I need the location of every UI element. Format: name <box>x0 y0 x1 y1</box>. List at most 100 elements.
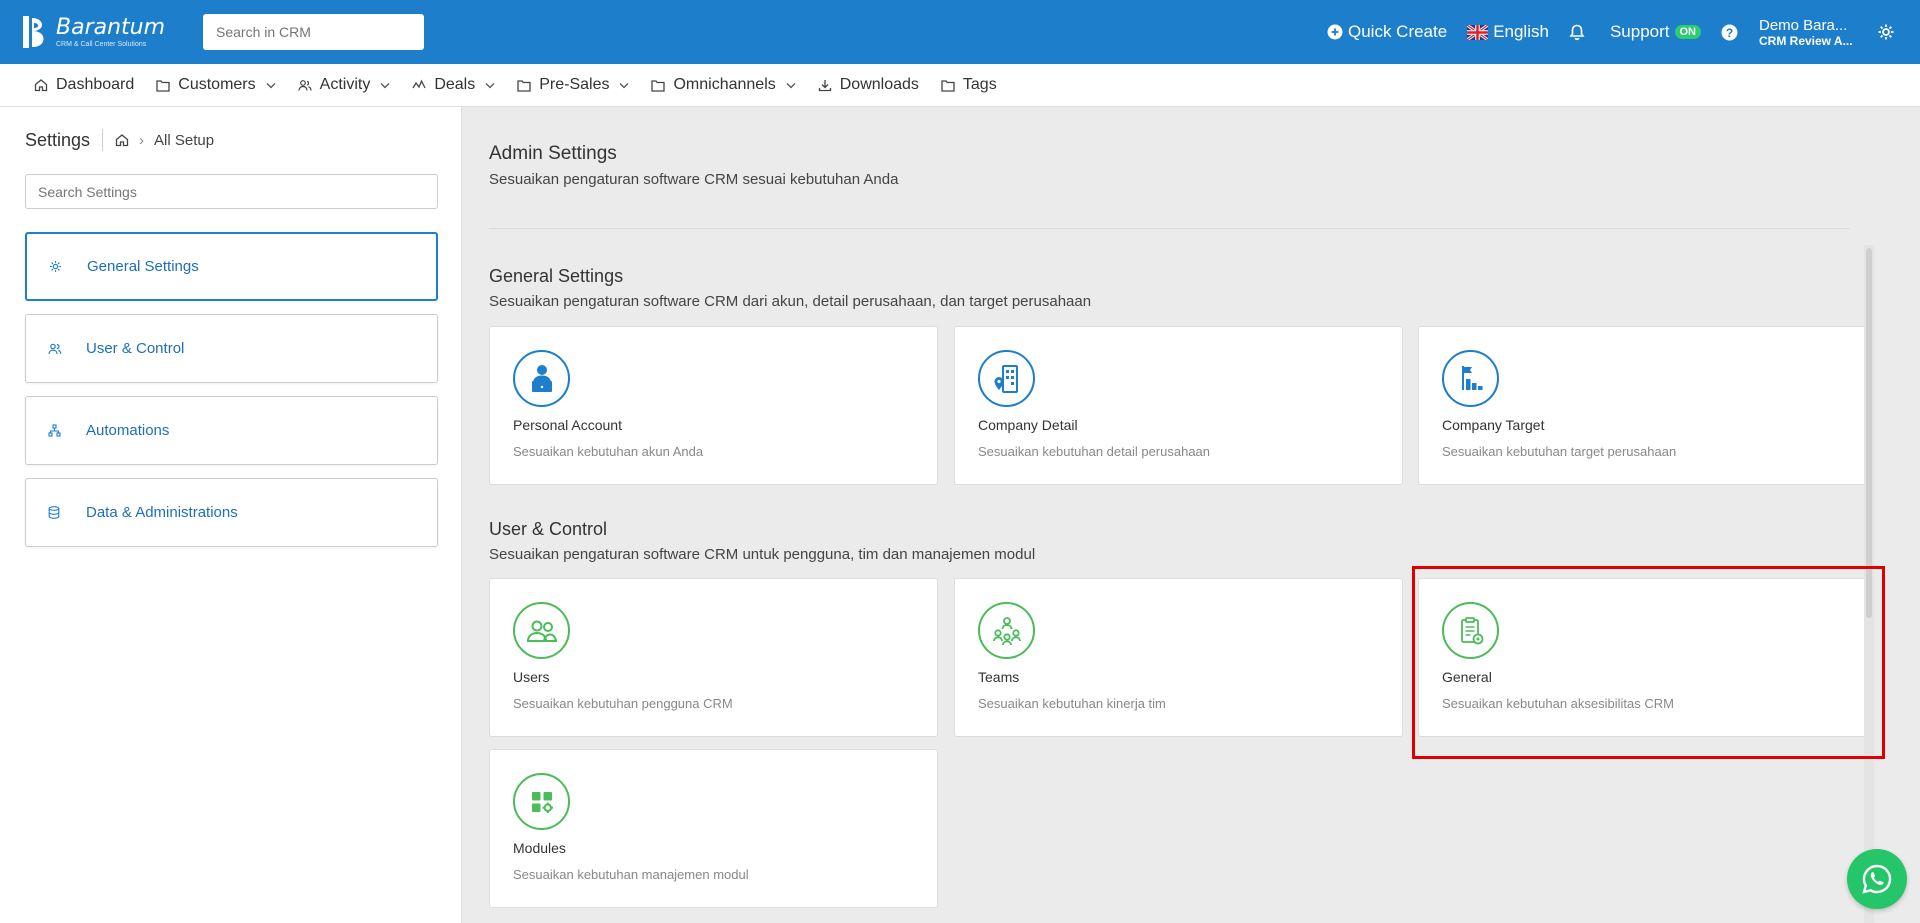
chevron-down-icon <box>485 82 495 89</box>
card-company-detail[interactable]: Company Detail Sesuaikan kebutuhan detai… <box>954 326 1403 485</box>
sidebar-item-label: General Settings <box>87 258 199 275</box>
settings-button[interactable] <box>1877 23 1900 41</box>
folder-icon <box>517 79 531 92</box>
settings-content: Admin Settings Sesuaikan pengaturan soft… <box>463 107 1920 923</box>
bell-icon <box>1569 24 1585 40</box>
breadcrumb: › All Setup <box>115 132 214 149</box>
folder-icon <box>941 79 955 92</box>
section-subtitle-general-settings: Sesuaikan pengaturan software CRM dari a… <box>489 293 1092 310</box>
nav-label: Customers <box>178 76 256 93</box>
nav-downloads[interactable]: Downloads <box>818 76 919 94</box>
plus-circle-icon <box>1327 24 1343 40</box>
person-laptop-icon <box>513 350 570 407</box>
sidebar-item-label: User & Control <box>86 340 185 357</box>
quick-create-label: Quick Create <box>1347 22 1448 41</box>
card-teams[interactable]: Teams Sesuaikan kebutuhan kinerja tim <box>954 578 1403 737</box>
whatsapp-icon <box>1862 864 1892 894</box>
chevron-down-icon <box>380 82 390 89</box>
support-toggle[interactable]: Support ON <box>1610 22 1701 42</box>
nav-label: Omnichannels <box>673 76 776 93</box>
users-icon <box>513 602 570 659</box>
divider <box>102 129 104 151</box>
nav-tags[interactable]: Tags <box>941 76 997 94</box>
card-description: Sesuaikan kebutuhan target perusahaan <box>1442 444 1677 459</box>
sidebar-item-label: Data & Administrations <box>86 504 238 521</box>
svg-text:?: ? <box>1726 26 1733 40</box>
section-title-user-control: User & Control <box>489 519 608 539</box>
database-icon <box>48 506 62 519</box>
help-button[interactable]: ? <box>1721 24 1743 41</box>
nav-customers[interactable]: Customers <box>156 76 276 94</box>
section-title-general-settings: General Settings <box>489 266 624 286</box>
language-selector[interactable]: English <box>1467 22 1549 42</box>
chevron-down-icon <box>266 82 276 89</box>
card-description: Sesuaikan kebutuhan pengguna CRM <box>513 696 733 711</box>
top-bar: Barantum CRM & Call Center Solutions Qui… <box>0 0 1920 64</box>
scrollbar-thumb[interactable] <box>1866 248 1872 618</box>
language-label: English <box>1493 22 1549 41</box>
main-nav: Dashboard Customers Activity Deals Pre-S… <box>0 64 1920 107</box>
sidebar-item-automations[interactable]: Automations <box>25 396 438 465</box>
card-description: Sesuaikan kebutuhan manajemen modul <box>513 867 749 882</box>
card-description: Sesuaikan kebutuhan kinerja tim <box>978 696 1166 711</box>
divider <box>489 228 1850 229</box>
users-icon <box>48 343 62 355</box>
card-title: Modules <box>513 840 566 856</box>
whatsapp-chat-button[interactable] <box>1847 849 1907 909</box>
nav-deals[interactable]: Deals <box>412 76 495 94</box>
card-title: Company Detail <box>978 417 1078 433</box>
breadcrumb-separator: › <box>139 131 145 149</box>
card-description: Sesuaikan kebutuhan detail perusahaan <box>978 444 1211 459</box>
sidebar-item-user-control[interactable]: User & Control <box>25 314 438 383</box>
modules-icon <box>513 773 570 830</box>
folder-icon <box>651 79 666 92</box>
section-subtitle-user-control: Sesuaikan pengaturan software CRM untuk … <box>489 546 1036 563</box>
card-modules[interactable]: Modules Sesuaikan kebutuhan manajemen mo… <box>489 749 938 908</box>
nav-label: Downloads <box>839 76 919 93</box>
notifications-button[interactable] <box>1569 24 1590 41</box>
logo-tagline: CRM & Call Center Solutions <box>56 40 147 48</box>
gear-icon <box>1878 24 1894 40</box>
breadcrumb-current: All Setup <box>154 131 215 149</box>
target-flag-icon <box>1442 350 1499 407</box>
people-icon <box>298 79 312 92</box>
card-title: Teams <box>978 669 1020 685</box>
logo-mark-icon <box>20 14 52 50</box>
crm-search-input[interactable] <box>203 14 424 50</box>
help-icon: ? <box>1721 24 1738 40</box>
nav-label: Tags <box>962 76 997 93</box>
team-icon <box>978 602 1035 659</box>
card-personal-account[interactable]: Personal Account Sesuaikan kebutuhan aku… <box>489 326 938 485</box>
card-description: Sesuaikan kebutuhan akun Anda <box>513 444 704 459</box>
sidebar-title: Settings <box>25 129 91 150</box>
gear-icon <box>49 260 63 273</box>
home-icon[interactable] <box>115 133 129 147</box>
user-profile[interactable]: Demo Bara... CRM Review A... <box>1759 17 1859 48</box>
chevron-down-icon <box>619 82 629 89</box>
sidebar-item-data-administrations[interactable]: Data & Administrations <box>25 478 438 547</box>
user-name: Demo Bara... <box>1759 16 1848 34</box>
support-status-badge: ON <box>1674 25 1701 39</box>
sidebar-item-label: Automations <box>86 422 170 439</box>
page-title: Admin Settings <box>489 143 617 164</box>
nav-label: Activity <box>319 76 371 93</box>
nav-omnichannels[interactable]: Omnichannels <box>651 76 796 94</box>
nav-pre-sales[interactable]: Pre-Sales <box>517 76 629 94</box>
page-subtitle: Sesuaikan pengaturan software CRM sesuai… <box>489 171 899 188</box>
nav-activity[interactable]: Activity <box>298 76 391 94</box>
hierarchy-icon <box>48 424 62 437</box>
card-title: Users <box>513 669 550 685</box>
nav-dashboard[interactable]: Dashboard <box>34 76 134 94</box>
sidebar-item-general-settings[interactable]: General Settings <box>25 232 438 301</box>
nav-label: Pre-Sales <box>539 76 610 93</box>
settings-sidebar: Settings › All Setup General Settings Us… <box>0 107 462 923</box>
card-users[interactable]: Users Sesuaikan kebutuhan pengguna CRM <box>489 578 938 737</box>
highlight-box <box>1412 566 1885 759</box>
card-company-target[interactable]: Company Target Sesuaikan kebutuhan targe… <box>1418 326 1867 485</box>
quick-create-button[interactable]: Quick Create <box>1327 22 1447 42</box>
logo[interactable]: Barantum CRM & Call Center Solutions <box>20 14 180 50</box>
building-icon <box>978 350 1035 407</box>
search-settings-input[interactable] <box>25 174 438 209</box>
card-title: Company Target <box>1442 417 1545 433</box>
nav-label: Deals <box>434 76 476 93</box>
